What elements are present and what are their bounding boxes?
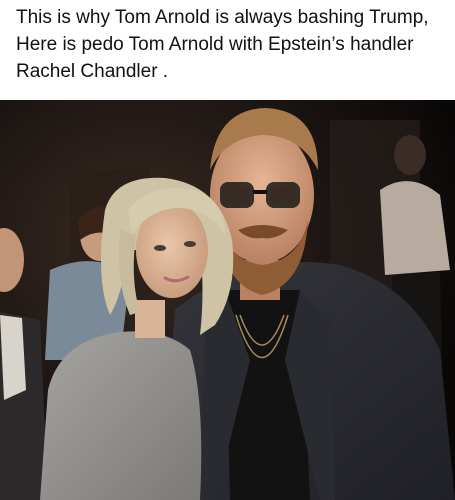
photo-illustration	[0, 100, 455, 500]
photo	[0, 100, 455, 500]
caption-text: This is why Tom Arnold is always bashing…	[16, 7, 429, 82]
meme-image: This is why Tom Arnold is always bashing…	[0, 0, 455, 500]
caption-bar: This is why Tom Arnold is always bashing…	[0, 0, 455, 100]
